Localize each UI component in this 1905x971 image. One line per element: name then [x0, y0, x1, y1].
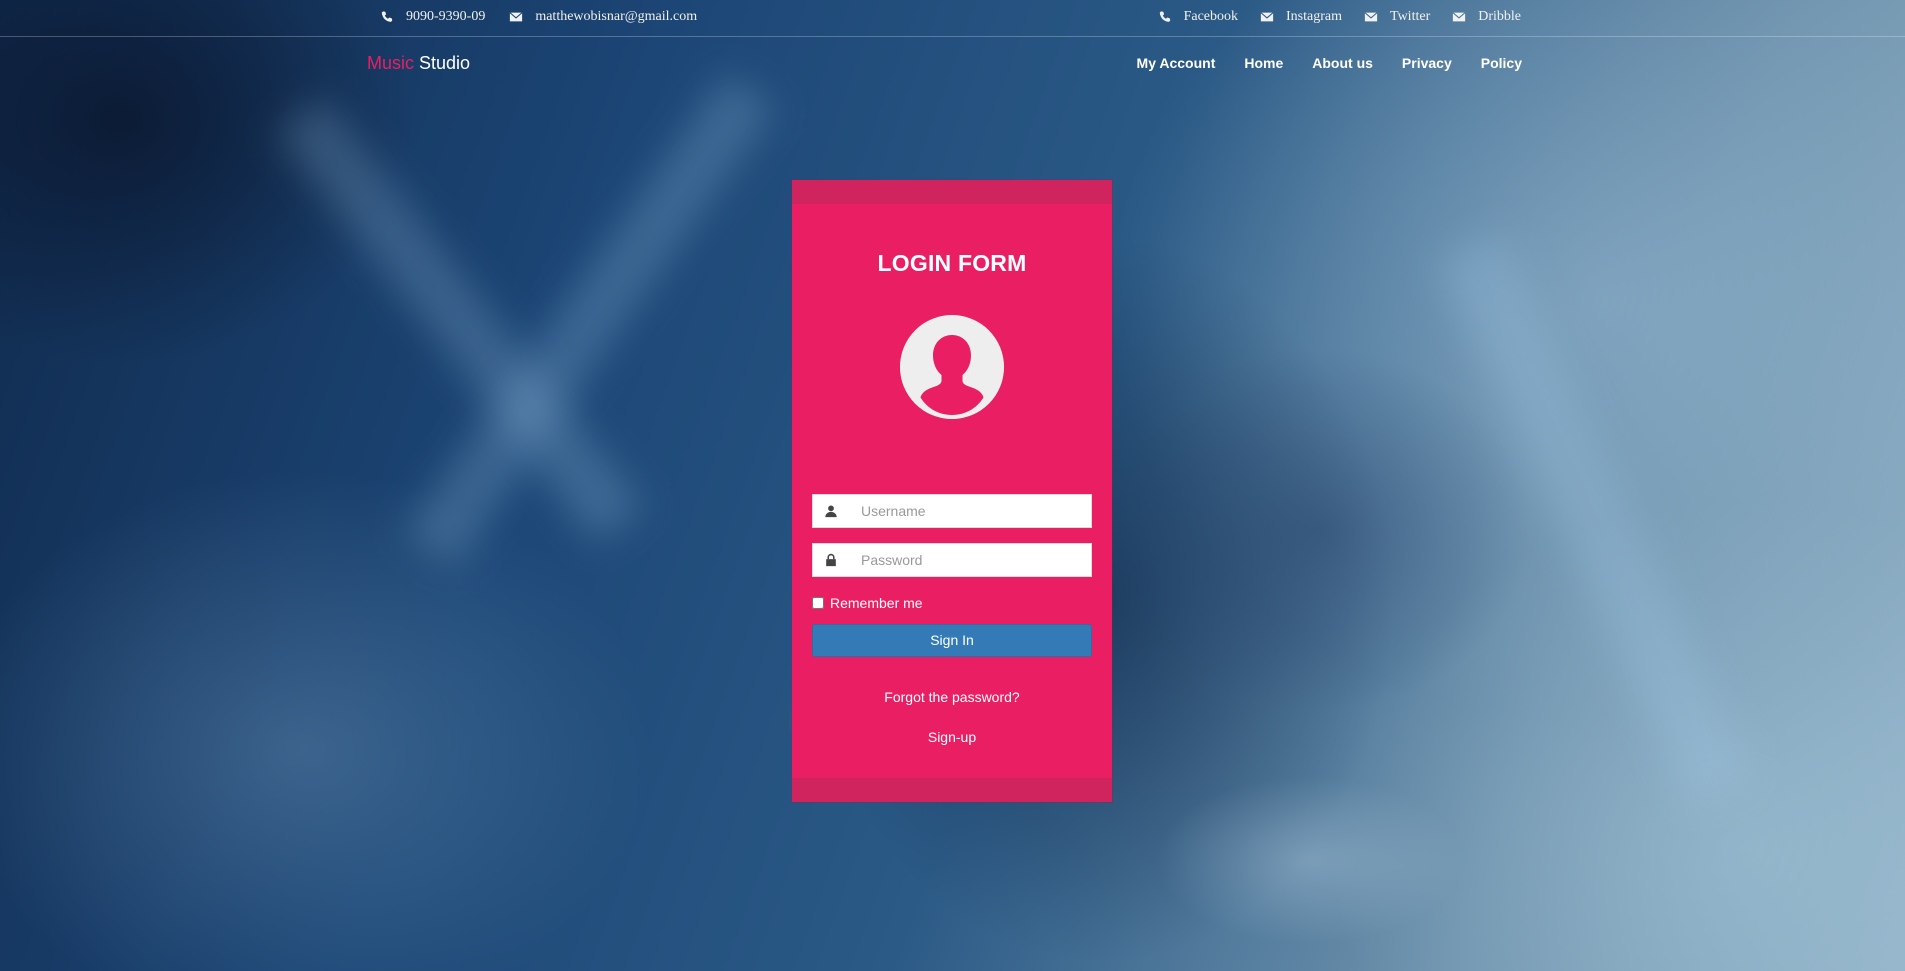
user-icon — [824, 504, 838, 518]
nav-my-account[interactable]: My Account — [1137, 55, 1216, 71]
sign-up-link[interactable]: Sign-up — [792, 729, 1112, 745]
social-instagram[interactable]: Instagram — [1260, 9, 1342, 25]
password-input[interactable] — [861, 544, 1081, 576]
remember-me[interactable]: Remember me — [812, 595, 923, 611]
user-silhouette-icon — [900, 315, 1004, 419]
avatar — [900, 315, 1004, 419]
top-contact-bar: 9090-9390-09 matthewobisnar@gmail.com Fa… — [0, 0, 1905, 37]
brand-second-word: Studio — [419, 53, 471, 73]
card-bottom-stripe — [792, 778, 1112, 802]
remember-me-checkbox[interactable] — [812, 597, 824, 609]
social-twitter[interactable]: Twitter — [1364, 9, 1430, 25]
card-top-stripe — [792, 180, 1112, 204]
email-address[interactable]: matthewobisnar@gmail.com — [535, 9, 697, 25]
phone-number: 9090-9390-09 — [406, 9, 486, 24]
forgot-password-link[interactable]: Forgot the password? — [792, 689, 1112, 705]
password-field[interactable] — [812, 543, 1092, 577]
phone-icon — [1158, 10, 1172, 24]
login-title: LOGIN FORM — [877, 250, 1027, 276]
lock-icon — [824, 553, 838, 567]
social-label[interactable]: Twitter — [1390, 9, 1430, 25]
envelope-icon — [509, 10, 523, 24]
remember-me-label: Remember me — [830, 595, 923, 611]
nav-policy[interactable]: Policy — [1481, 55, 1522, 71]
envelope-icon — [1260, 10, 1274, 24]
social-label[interactable]: Instagram — [1286, 9, 1342, 25]
email-contact[interactable]: matthewobisnar@gmail.com — [509, 9, 697, 25]
nav-links: My Account Home About us Privacy Policy — [1137, 55, 1522, 71]
phone-icon — [380, 10, 394, 24]
main-navbar: Music Studio My Account Home About us Pr… — [0, 36, 1905, 86]
social-label[interactable]: Dribble — [1478, 9, 1521, 25]
nav-home[interactable]: Home — [1244, 55, 1283, 71]
social-label[interactable]: Facebook — [1184, 9, 1238, 25]
envelope-icon — [1452, 10, 1466, 24]
brand-logo[interactable]: Music Studio — [367, 53, 470, 74]
sign-in-button[interactable]: Sign In — [812, 624, 1092, 657]
social-facebook[interactable]: Facebook — [1158, 9, 1238, 25]
username-input[interactable] — [861, 495, 1081, 527]
nav-about-us[interactable]: About us — [1312, 55, 1373, 71]
envelope-icon — [1364, 10, 1378, 24]
brand-first-word: Music — [367, 53, 415, 73]
phone-contact: 9090-9390-09 — [380, 9, 485, 25]
social-dribble[interactable]: Dribble — [1452, 9, 1521, 25]
nav-privacy[interactable]: Privacy — [1402, 55, 1452, 71]
username-field[interactable] — [812, 494, 1092, 528]
login-card: LOGIN FORM Remember me Sign In Forgot th… — [792, 180, 1112, 802]
